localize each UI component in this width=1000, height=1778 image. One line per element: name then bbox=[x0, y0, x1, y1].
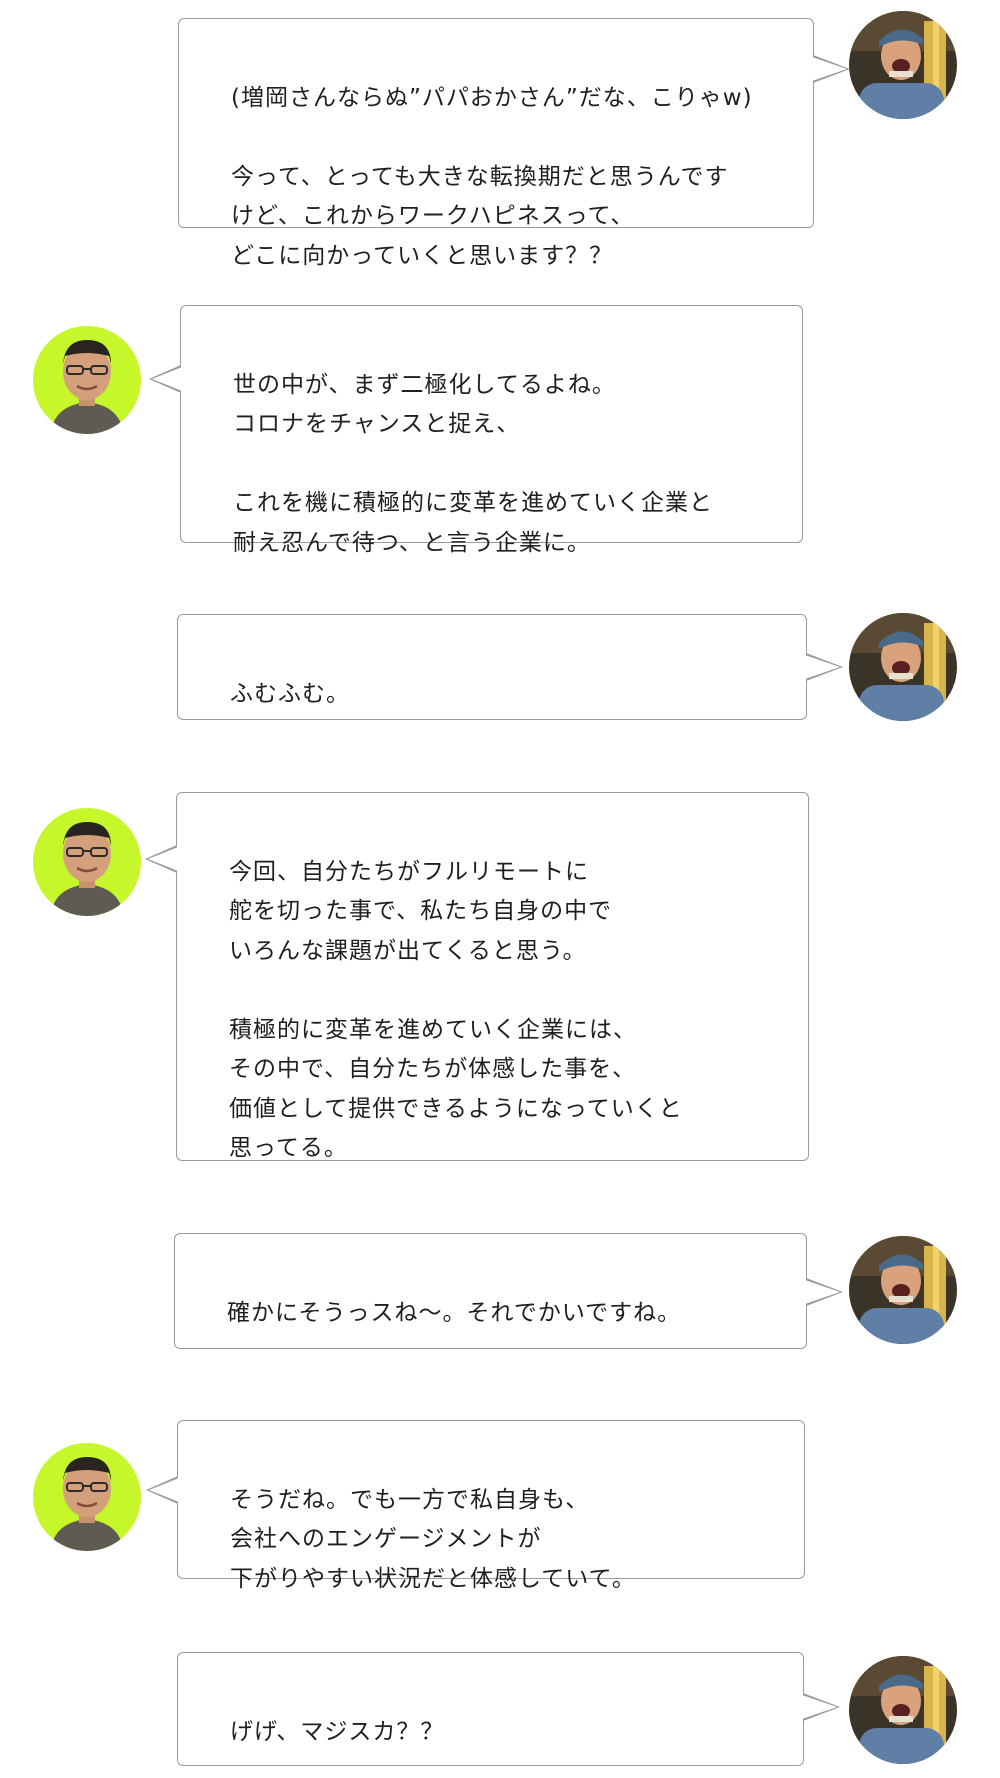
message-text: 世の中が、まず二極化してるよね。 コロナをチャンスと捉え、 これを機に積極的に変… bbox=[233, 371, 713, 556]
message-text: 確かにそうっスね〜。それでかいですね。 bbox=[227, 1299, 682, 1326]
chat-bubble: そうだね。でも一方で私自身も、 会社へのエンゲージメントが 下がりやすい状況だと… bbox=[146, 1420, 805, 1592]
man-with-glasses-avatar bbox=[33, 808, 141, 916]
bubble-tail-fill bbox=[148, 846, 178, 871]
message-text: (増岡さんならぬ”パパおかさん”だな、こりゃw) 今って、とっても大きな転換期だ… bbox=[231, 84, 753, 269]
chat-bubble: 世の中が、まず二極化してるよね。 コロナをチャンスと捉え、 これを機に積極的に変… bbox=[149, 305, 803, 556]
avatar-host-photo-icon bbox=[33, 1443, 141, 1551]
bubble-tail-fill bbox=[805, 654, 840, 679]
bubble-tail-fill bbox=[152, 366, 182, 391]
bubble-tail-fill bbox=[812, 56, 847, 81]
avatar-host-photo-icon bbox=[33, 326, 141, 434]
avatar-guest-photo-icon bbox=[849, 613, 957, 721]
man-with-glasses-avatar bbox=[33, 326, 141, 434]
chat-bubble: 確かにそうっスね〜。それでかいですね。 bbox=[174, 1233, 843, 1349]
avatar-host-photo-icon bbox=[33, 808, 141, 916]
message-text: そうだね。でも一方で私自身も、 会社へのエンゲージメントが 下がりやすい状況だと… bbox=[230, 1486, 636, 1592]
bubble-tail-fill bbox=[149, 1477, 179, 1502]
chat-bubble: (増岡さんならぬ”パパおかさん”だな、こりゃw) 今って、とっても大きな転換期だ… bbox=[178, 18, 850, 269]
chat-bubble: ふむふむ。 bbox=[177, 614, 843, 720]
man-with-glasses-avatar bbox=[33, 1443, 141, 1551]
message-text: ふむふむ。 bbox=[230, 680, 350, 707]
chat-bubble: 今回、自分たちがフルリモートに 舵を切った事で、私たち自身の中で いろんな課題が… bbox=[145, 792, 809, 1162]
chat-bubble: げげ、マジスカ？？ bbox=[177, 1652, 840, 1766]
bubble-tail-fill bbox=[802, 1694, 837, 1719]
avatar-guest-photo-icon bbox=[849, 1236, 957, 1344]
avatar-guest-photo-icon bbox=[849, 1656, 957, 1764]
interviewer-eating-noodles-avatar bbox=[849, 1236, 957, 1344]
interviewer-eating-noodles-avatar bbox=[849, 613, 957, 721]
bubble-tail-fill bbox=[805, 1279, 840, 1304]
avatar-guest-photo-icon bbox=[849, 11, 957, 119]
interviewer-eating-noodles-avatar bbox=[849, 11, 957, 119]
message-text: げげ、マジスカ？？ bbox=[230, 1718, 445, 1745]
interviewer-eating-noodles-avatar bbox=[849, 1656, 957, 1764]
message-text: 今回、自分たちがフルリモートに 舵を切った事で、私たち自身の中で いろんな課題が… bbox=[229, 858, 683, 1162]
